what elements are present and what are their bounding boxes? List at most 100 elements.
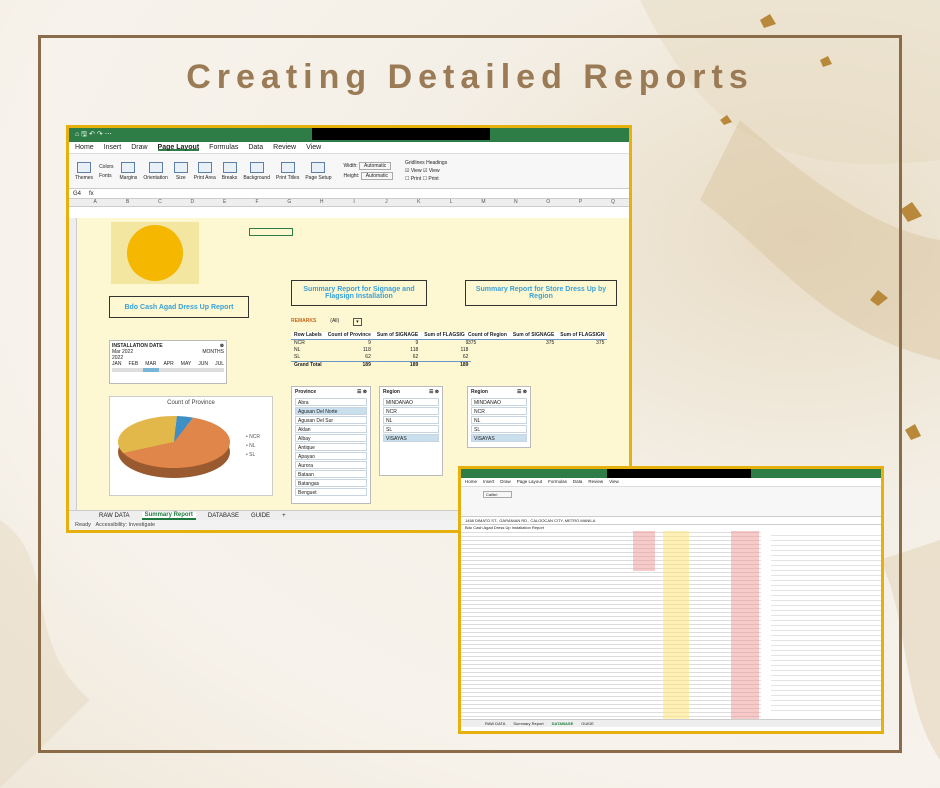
slicer-item[interactable]: Antique — [295, 443, 367, 451]
slicer-item[interactable]: Benguet — [295, 488, 367, 496]
region-slicer-store[interactable]: Region ☰ ⊗ MINDANAO NCR NL SL VISAYAS — [467, 386, 531, 448]
column-header-e[interactable]: E — [208, 199, 240, 206]
tab-database[interactable]: DATABASE — [552, 721, 574, 726]
menu-home[interactable]: Home — [465, 479, 477, 485]
menu-insert[interactable]: Insert — [483, 479, 494, 485]
menu-page-layout[interactable]: Page Layout — [517, 479, 542, 485]
height-select[interactable]: Automatic — [360, 172, 393, 180]
slicer-item[interactable]: SL — [471, 425, 527, 433]
timeline-month[interactable]: FEB — [129, 361, 139, 367]
slicer-item[interactable]: Batangas — [295, 479, 367, 487]
menu-formulas[interactable]: Formulas — [548, 479, 567, 485]
timeline-selected-range[interactable] — [143, 368, 160, 372]
column-header-l[interactable]: L — [435, 199, 467, 206]
column-header-h[interactable]: H — [306, 199, 338, 206]
menu-view[interactable]: View — [609, 479, 619, 485]
column-header-n[interactable]: N — [500, 199, 532, 206]
slicer-item[interactable]: Aklan — [295, 425, 367, 433]
column-header-f[interactable]: F — [241, 199, 273, 206]
slicer-item[interactable]: NCR — [383, 407, 439, 415]
timeline-month[interactable]: JUL — [215, 361, 224, 367]
themes-button[interactable]: Themes — [75, 161, 93, 181]
orientation-button[interactable]: Orientation — [143, 161, 168, 181]
print-titles-button[interactable]: Print Titles — [276, 161, 299, 181]
slicer-clear-icon[interactable]: ☰ ⊗ — [429, 389, 439, 395]
timeline-month[interactable]: JUN — [198, 361, 208, 367]
breaks-button[interactable]: Breaks — [222, 161, 237, 181]
menu-data[interactable]: Data — [248, 144, 263, 151]
fx-icon[interactable]: fx — [89, 191, 94, 197]
slicer-item[interactable]: NCR — [471, 407, 527, 415]
tab-summary-report[interactable]: Summary Report — [513, 721, 543, 726]
slicer-item[interactable]: VISAYAS — [471, 434, 527, 442]
selected-cell-g4[interactable] — [249, 228, 293, 236]
column-header-p[interactable]: P — [564, 199, 596, 206]
slicer-item[interactable]: MINDANAO — [383, 398, 439, 406]
column-header-d[interactable]: D — [176, 199, 208, 206]
font-select[interactable]: Calibri — [483, 491, 513, 498]
timeline-month[interactable]: MAY — [181, 361, 191, 367]
timeline-month[interactable]: APR — [163, 361, 173, 367]
filter-dropdown-icon[interactable]: ▾ — [353, 318, 362, 326]
slicer-clear-icon[interactable]: ☰ ⊗ — [357, 389, 367, 395]
column-header-o[interactable]: O — [532, 199, 564, 206]
column-header-k[interactable]: K — [403, 199, 435, 206]
column-header-a[interactable]: A — [79, 199, 111, 206]
slicer-item[interactable]: NL — [383, 416, 439, 424]
column-header-q[interactable]: Q — [597, 199, 629, 206]
tab-guide[interactable]: GUIDE — [581, 721, 594, 726]
background-button[interactable]: Background — [243, 161, 270, 181]
remarks-filter[interactable]: (All) — [330, 318, 339, 326]
quick-access-icons[interactable]: ⌂ 🖫 ↶ ↷ ⋯ — [75, 131, 112, 138]
menu-review[interactable]: Review — [273, 144, 296, 151]
timeline-unit[interactable]: MONTHS — [202, 349, 224, 355]
slicer-clear-icon[interactable]: ☰ ⊗ — [517, 389, 527, 395]
menu-draw[interactable]: Draw — [500, 479, 511, 485]
menu-review[interactable]: Review — [588, 479, 603, 485]
column-header-c[interactable]: C — [144, 199, 176, 206]
slicer-item[interactable]: Abra — [295, 398, 367, 406]
accessibility-status[interactable]: Accessibility: Investigate — [96, 522, 156, 528]
column-header-g[interactable]: G — [273, 199, 305, 206]
slicer-item[interactable]: Albay — [295, 434, 367, 442]
menu-draw[interactable]: Draw — [131, 144, 147, 151]
slicer-item[interactable]: MINDANAO — [471, 398, 527, 406]
column-header-b[interactable]: B — [111, 199, 143, 206]
installation-date-timeline[interactable]: INSTALLATION DATE ⊗ Mar 2022 MONTHS 2022… — [109, 340, 227, 384]
width-select[interactable]: Automatic — [359, 162, 392, 170]
fonts-button[interactable]: Fonts — [99, 173, 113, 179]
slicer-item[interactable]: Aurora — [295, 461, 367, 469]
margins-button[interactable]: Margins — [120, 161, 137, 181]
menu-view[interactable]: View — [306, 144, 321, 151]
tab-raw-data[interactable]: RAW DATA — [99, 513, 130, 519]
tab-raw-data[interactable]: RAW DATA — [485, 721, 505, 726]
column-header-m[interactable]: M — [467, 199, 499, 206]
slicer-item[interactable]: Bataan — [295, 470, 367, 478]
menu-formulas[interactable]: Formulas — [209, 144, 238, 151]
tab-summary-report[interactable]: Summary Report — [141, 511, 196, 520]
slicer-item[interactable]: VISAYAS — [383, 434, 439, 442]
menu-home[interactable]: Home — [75, 144, 94, 151]
slicer-item[interactable]: NL — [471, 416, 527, 424]
menu-data[interactable]: Data — [573, 479, 583, 485]
menu-page-layout[interactable]: Page Layout — [157, 144, 200, 151]
province-slicer[interactable]: Province ☰ ⊗ Abra Agusan Del Norte Agusan D… — [291, 386, 371, 504]
slicer-item[interactable]: Apayao — [295, 452, 367, 460]
database-grid[interactable] — [461, 531, 761, 721]
colors-button[interactable]: Colors — [99, 164, 113, 170]
timeline-month[interactable]: JAN — [112, 361, 121, 367]
pivot-header[interactable]: Row Labels — [291, 332, 325, 340]
print-area-button[interactable]: Print Area — [194, 161, 216, 181]
timeline-month[interactable]: MAR — [145, 361, 156, 367]
page-setup-button[interactable]: Page Setup — [305, 161, 331, 181]
menu-insert[interactable]: Insert — [104, 144, 122, 151]
column-header-i[interactable]: I — [338, 199, 370, 206]
slicer-item[interactable]: Agusan Del Sur — [295, 416, 367, 424]
tab-guide[interactable]: GUIDE — [251, 513, 270, 519]
formula-content[interactable]: 1458 DIMATO ST., GARANIAN RD., CALOOCAN … — [465, 518, 595, 523]
column-header-j[interactable]: J — [370, 199, 402, 206]
region-slicer-signage[interactable]: Region ☰ ⊗ MINDANAO NCR NL SL VISAYAS — [379, 386, 443, 476]
tab-database[interactable]: DATABASE — [208, 513, 239, 519]
slicer-item[interactable]: Agusan Del Norte — [295, 407, 367, 415]
slicer-item[interactable]: SL — [383, 425, 439, 433]
